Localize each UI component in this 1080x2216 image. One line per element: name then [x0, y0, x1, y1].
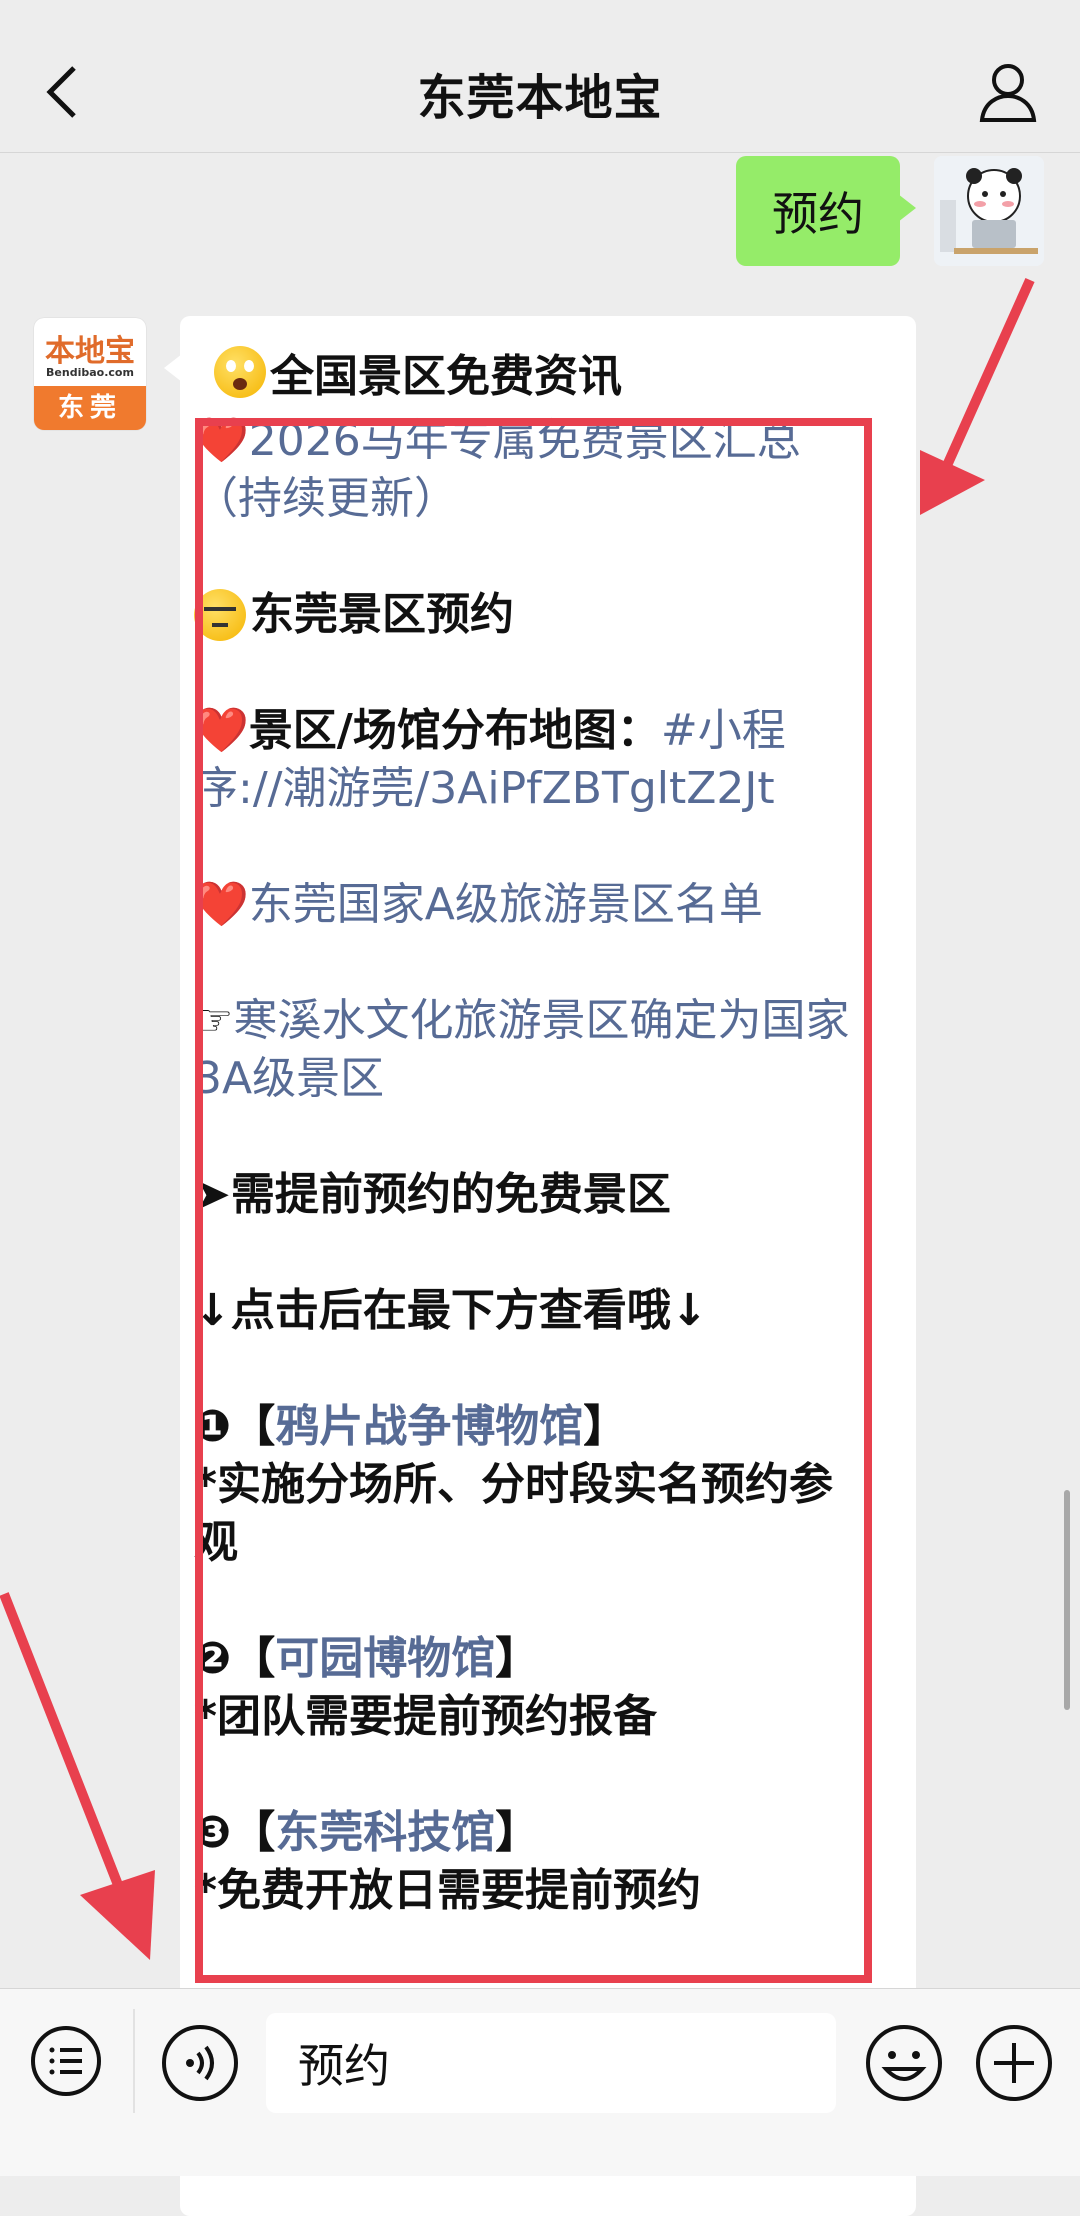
- message-input[interactable]: [266, 2013, 836, 2113]
- arrow-down-icon: ↓: [194, 1285, 231, 1336]
- voice-icon[interactable]: [160, 2023, 240, 2103]
- item-note: *团队需要提前预约报备: [194, 1691, 658, 1742]
- number-three-icon: ❸: [194, 1807, 232, 1858]
- annotation-arrow-icon: [0, 1592, 155, 1960]
- avatar-city-label: 东莞: [34, 386, 146, 430]
- list-item[interactable]: ❷【可园博物馆】 *团队需要提前预约报备: [194, 1630, 874, 1746]
- pointing-hand-icon: ☞: [194, 995, 234, 1046]
- user-avatar[interactable]: [934, 156, 1044, 266]
- list-item[interactable]: ❤️2026马年专属免费景区汇总（持续更新）: [194, 412, 874, 528]
- official-account-avatar[interactable]: 本地宝 Bendibao.com 东莞: [34, 318, 146, 430]
- keyuan-museum-link[interactable]: 可园博物馆: [275, 1633, 495, 1684]
- list-item[interactable]: ❸【东莞科技馆】 *免费开放日需要提前预约: [194, 1804, 874, 1920]
- opium-war-museum-link[interactable]: 鸦片战争博物馆: [275, 1401, 583, 1452]
- emoji-icon[interactable]: [864, 2023, 944, 2103]
- science-museum-link[interactable]: 东莞科技馆: [275, 1807, 495, 1858]
- message-body: ❤️2026马年专属免费景区汇总（持续更新） 东莞景区预约 ❤️景区/场馆分布地…: [194, 412, 874, 1978]
- heart-icon: ❤️: [194, 705, 249, 756]
- avatar-logo-subtext: Bendibao.com: [46, 366, 134, 379]
- page-title: 东莞本地宝: [417, 70, 663, 126]
- item-note: *实施分场所、分时段实名预约参观: [194, 1459, 834, 1568]
- list-item: ➤需提前预约的免费景区: [194, 1169, 671, 1220]
- sent-message-bubble[interactable]: 预约: [736, 156, 916, 266]
- top-bar: 东莞本地宝: [0, 0, 1080, 153]
- divider: [133, 2009, 135, 2113]
- smirk-face-icon: [194, 589, 246, 641]
- list-item[interactable]: ❤️东莞国家A级旅游景区名单: [194, 876, 874, 934]
- list-item[interactable]: ☞寒溪水文化旅游景区确定为国家3A级景区: [194, 992, 874, 1108]
- input-bar: [0, 1988, 1080, 2176]
- free-scenic-summary-link[interactable]: 2026马年专属免费景区汇总（持续更新）: [194, 415, 801, 524]
- heart-icon: ❤️: [194, 415, 249, 466]
- sent-message-text: 预约: [772, 187, 864, 241]
- number-one-icon: ❶: [194, 1401, 232, 1452]
- a-level-scenic-list-link[interactable]: 东莞国家A级旅游景区名单: [249, 879, 763, 930]
- menu-list-icon[interactable]: [28, 2023, 104, 2099]
- arrow-right-icon: ➤: [194, 1169, 231, 1220]
- list-item: ↓点击后在最下方查看哦↓: [194, 1285, 708, 1336]
- hanxi-scenic-link[interactable]: 寒溪水文化旅游景区确定为国家3A级景区: [194, 995, 849, 1104]
- list-item[interactable]: ❤️景区/场馆分布地图：#小程序://潮游莞/3AiPfZBTgltZ2Jt: [194, 702, 874, 818]
- list-item: 东莞景区预约: [194, 586, 874, 644]
- list-item[interactable]: ❶【鸦片战争博物馆】 *实施分场所、分时段实名预约参观: [194, 1398, 874, 1572]
- scrollbar[interactable]: [1064, 1490, 1070, 1710]
- heart-icon: ❤️: [194, 879, 249, 930]
- panda-avatar-icon: [934, 156, 1044, 266]
- received-message-bubble: 全国景区免费资讯 ❤️2026马年专属免费景区汇总（持续更新） 东莞景区预约 ❤…: [164, 316, 916, 2216]
- message-heading: 全国景区免费资讯: [214, 340, 622, 404]
- plus-icon[interactable]: [974, 2023, 1054, 2103]
- number-two-icon: ❷: [194, 1633, 232, 1684]
- surprised-face-icon: [214, 346, 266, 398]
- person-icon[interactable]: [976, 60, 1040, 124]
- annotation-arrow-icon: [920, 277, 1035, 515]
- item-note: *免费开放日需要提前预约: [194, 1865, 702, 1916]
- avatar-logo-text: 本地宝: [45, 334, 135, 369]
